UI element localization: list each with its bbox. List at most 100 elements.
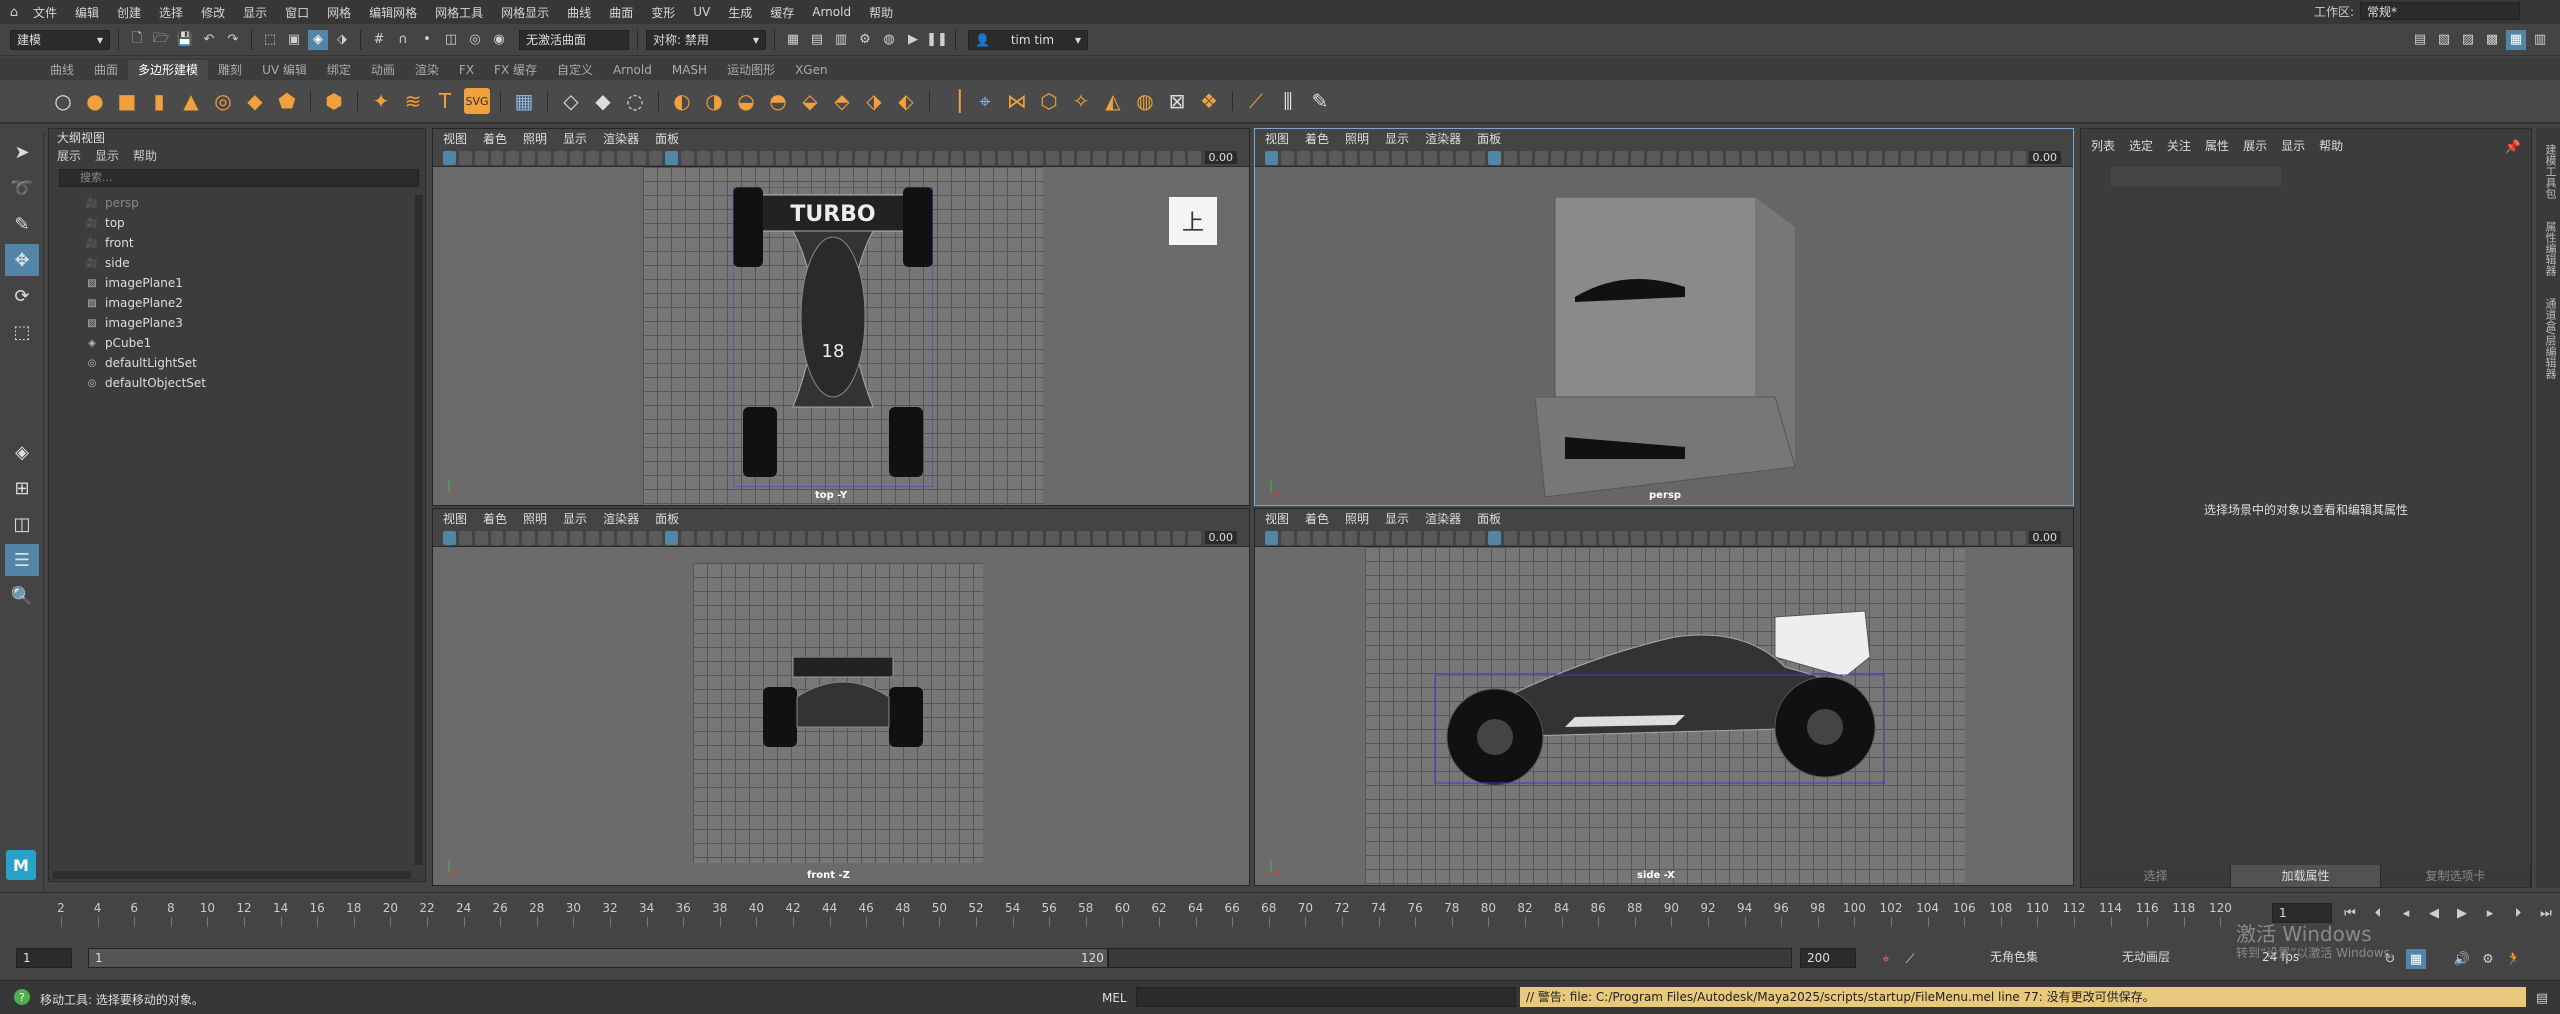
shelf-tab-5[interactable]: 绑定 bbox=[317, 60, 361, 80]
viewport-side[interactable]: 视图 着色 照明 显示 渲染器 面板 0.00 side -X bbox=[1254, 508, 2074, 886]
viewport-tool-icon[interactable] bbox=[1980, 530, 1994, 545]
viewport-tool-icon[interactable] bbox=[490, 530, 504, 545]
viewport-tool-icon[interactable] bbox=[1455, 150, 1469, 165]
bevel-icon[interactable]: ⬘ bbox=[829, 88, 855, 114]
platonic-solid-icon[interactable]: ⬢ bbox=[321, 88, 347, 114]
viewport-tool-icon[interactable] bbox=[1710, 530, 1724, 545]
save-scene-icon[interactable]: 💾 bbox=[175, 30, 195, 50]
viewport-tool-icon[interactable] bbox=[1996, 150, 2010, 165]
outliner-item[interactable]: ▨ imagePlane2 bbox=[85, 293, 425, 313]
shelf-tab-12[interactable]: MASH bbox=[662, 60, 717, 80]
viewport-tool-icon[interactable] bbox=[1093, 530, 1107, 545]
pick-mask-icon[interactable]: ⬗ bbox=[332, 30, 352, 50]
viewport-menu-item[interactable]: 照明 bbox=[523, 509, 547, 529]
viewport-tool-icon[interactable] bbox=[633, 530, 647, 545]
outliner-item[interactable]: 🎥 side bbox=[85, 253, 425, 273]
menu-item-4[interactable]: 修改 bbox=[192, 4, 234, 21]
viewport-tool-icon[interactable] bbox=[443, 530, 456, 545]
viewport-tool-icon[interactable] bbox=[1376, 150, 1390, 165]
shelf-tab-7[interactable]: 渲染 bbox=[405, 60, 449, 80]
menu-item-10[interactable]: 网格显示 bbox=[492, 4, 558, 21]
attribute-editor-button-2[interactable]: 复制选项卡 bbox=[2381, 865, 2531, 887]
viewport-menu-item[interactable]: 视图 bbox=[1265, 129, 1289, 149]
shelf-tab-2[interactable]: 多边形建模 bbox=[128, 60, 209, 80]
viewport-menu-item[interactable]: 显示 bbox=[1385, 509, 1409, 529]
viewport-tool-icon[interactable] bbox=[950, 530, 964, 545]
viewport-tool-icon[interactable] bbox=[871, 530, 885, 545]
go-to-end-icon[interactable]: ⏭ bbox=[2536, 903, 2556, 923]
attribute-editor-menu-item[interactable]: 展示 bbox=[2243, 137, 2267, 154]
viewport-tool-icon[interactable] bbox=[1964, 150, 1978, 165]
cache-playback-icon[interactable]: ▦ bbox=[2406, 949, 2426, 969]
viewport-tool-icon[interactable] bbox=[1013, 150, 1027, 165]
viewport-tool-icon[interactable] bbox=[1758, 150, 1771, 165]
side-tab-1[interactable]: 属性编辑器 bbox=[2542, 215, 2558, 282]
viewport-tool-icon[interactable] bbox=[1408, 150, 1422, 165]
viewport-tool-icon[interactable] bbox=[585, 530, 599, 545]
attribute-editor-menu-item[interactable]: 列表 bbox=[2091, 137, 2115, 154]
viewport-tool-icon[interactable] bbox=[1933, 530, 1946, 545]
viewport-tool-icon[interactable] bbox=[1694, 530, 1708, 545]
viewport-tool-icon[interactable] bbox=[791, 530, 805, 545]
viewport-tool-icon[interactable] bbox=[458, 530, 472, 545]
viewport-tool-icon[interactable] bbox=[1805, 530, 1819, 545]
separate-icon[interactable]: ◆ bbox=[590, 88, 616, 114]
attribute-editor-menu-item[interactable]: 帮助 bbox=[2319, 137, 2343, 154]
viewport-tool-icon[interactable] bbox=[601, 530, 615, 545]
render-view-icon[interactable]: ▶ bbox=[903, 30, 923, 50]
viewport-tool-icon[interactable] bbox=[1124, 150, 1138, 165]
viewport-tool-icon[interactable] bbox=[791, 150, 805, 165]
menu-item-0[interactable]: 文件 bbox=[24, 4, 66, 21]
poly-disc-icon[interactable]: ⬟ bbox=[274, 88, 300, 114]
mirror-icon[interactable]: ◑ bbox=[701, 88, 727, 114]
viewport-tool-icon[interactable] bbox=[712, 150, 726, 165]
viewport-tool-icon[interactable] bbox=[823, 530, 837, 545]
viewport-menu-item[interactable]: 照明 bbox=[1345, 129, 1369, 149]
attribute-editor-menu-item[interactable]: 属性 bbox=[2205, 137, 2229, 154]
viewport-tool-icon[interactable] bbox=[728, 150, 742, 165]
viewport-menu-item[interactable]: 视图 bbox=[443, 129, 467, 149]
viewport-tool-icon[interactable] bbox=[1917, 530, 1931, 545]
viewport-tool-icon[interactable] bbox=[1424, 530, 1437, 545]
viewport-tool-icon[interactable] bbox=[696, 530, 710, 545]
viewport-tool-icon[interactable] bbox=[1424, 150, 1437, 165]
viewport-tool-icon[interactable] bbox=[506, 530, 520, 545]
viewport-tool-icon[interactable] bbox=[1029, 530, 1043, 545]
viewport-tool-icon[interactable] bbox=[1774, 530, 1787, 545]
key-settings-icon[interactable]: ⟋ bbox=[1900, 949, 1920, 969]
side-tab-0[interactable]: 建模工具包 bbox=[2542, 138, 2558, 205]
viewport-menu-item[interactable]: 渲染器 bbox=[603, 509, 639, 529]
menu-item-16[interactable]: 缓存 bbox=[761, 4, 803, 21]
viewport-tool-icon[interactable] bbox=[1726, 530, 1740, 545]
attribute-editor-button-1[interactable]: 加载属性 bbox=[2231, 865, 2381, 887]
outliner-item[interactable]: ◈ pCube1 bbox=[85, 333, 425, 353]
poly-plane-icon[interactable]: ◆ bbox=[242, 88, 268, 114]
viewport-tool-icon[interactable] bbox=[839, 150, 853, 165]
viewport-tool-icon[interactable] bbox=[665, 150, 678, 165]
attribute-editor-menu-item[interactable]: 选定 bbox=[2129, 137, 2153, 154]
viewport-tool-icon[interactable] bbox=[902, 150, 916, 165]
auto-key-icon[interactable]: ⌖ bbox=[1876, 949, 1896, 969]
poly-cylinder-icon[interactable]: ▮ bbox=[146, 88, 172, 114]
viewport-tool-icon[interactable] bbox=[554, 530, 567, 545]
viewport-tool-icon[interactable] bbox=[1567, 530, 1581, 545]
start-time-field[interactable]: 1 bbox=[16, 948, 72, 968]
shelf-tab-8[interactable]: FX bbox=[449, 60, 484, 80]
viewport-tool-icon[interactable] bbox=[538, 530, 552, 545]
viewport-tool-icon[interactable] bbox=[1885, 530, 1899, 545]
viewport-tool-icon[interactable] bbox=[728, 530, 742, 545]
viewport-tool-icon[interactable] bbox=[902, 530, 916, 545]
side-tab-2[interactable]: 通道盒/层编辑器 bbox=[2542, 292, 2558, 385]
viewport-tool-icon[interactable] bbox=[1188, 530, 1202, 545]
viewport-tool-icon[interactable] bbox=[649, 150, 663, 165]
viewport-tool-icon[interactable] bbox=[1077, 150, 1091, 165]
menu-item-9[interactable]: 网格工具 bbox=[426, 4, 492, 21]
viewport-persp[interactable]: 视图 着色 照明 显示 渲染器 面板 0.00 persp bbox=[1254, 128, 2074, 506]
viewport-tool-icon[interactable] bbox=[1519, 150, 1533, 165]
redo-icon[interactable]: ↷ bbox=[223, 30, 243, 50]
script-editor-icon[interactable]: ▤ bbox=[2532, 988, 2552, 1008]
viewport-tool-icon[interactable] bbox=[1124, 530, 1138, 545]
viewport-tool-icon[interactable] bbox=[1360, 150, 1374, 165]
shelf-tab-3[interactable]: 雕刻 bbox=[208, 60, 252, 80]
viewport-tool-icon[interactable] bbox=[1933, 150, 1946, 165]
